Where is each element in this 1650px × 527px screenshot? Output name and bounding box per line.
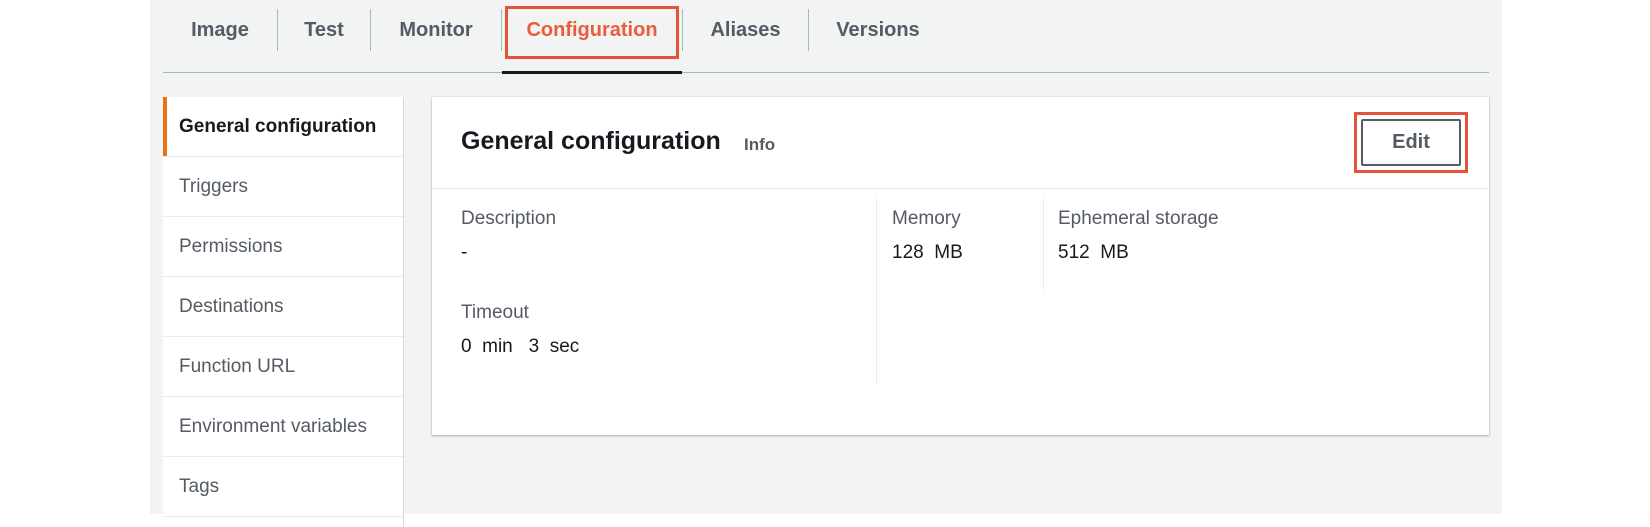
sidenav-item-label: Triggers bbox=[179, 175, 248, 197]
tab-monitor[interactable]: Monitor bbox=[371, 0, 501, 73]
tab-versions[interactable]: Versions bbox=[809, 0, 947, 73]
timeout-value: 0 min 3 sec bbox=[461, 336, 580, 357]
tab-label: Aliases bbox=[710, 19, 781, 41]
description-field: Description - bbox=[461, 208, 556, 264]
column-divider bbox=[876, 198, 877, 384]
info-link[interactable]: Info bbox=[744, 135, 775, 155]
sidenav-item-permissions[interactable]: Permissions bbox=[163, 217, 403, 277]
tab-label: Image bbox=[191, 19, 249, 41]
column-divider bbox=[1043, 198, 1044, 290]
sidenav-item-label: Function URL bbox=[179, 355, 296, 377]
config-details: Description - Timeout 0 min 3 sec Memory… bbox=[432, 198, 1489, 384]
sidenav-item-triggers[interactable]: Triggers bbox=[163, 157, 403, 217]
panel-title: General configuration bbox=[461, 127, 721, 155]
panel-header: General configuration Info Edit bbox=[432, 97, 1489, 189]
tab-aliases[interactable]: Aliases bbox=[683, 0, 808, 73]
sidenav-item-label: Environment variables bbox=[179, 415, 367, 437]
ephemeral-storage-value: 512 MB bbox=[1058, 242, 1129, 263]
sidenav-item-label: Permissions bbox=[179, 235, 283, 257]
sidenav-item-environment-variables[interactable]: Environment variables bbox=[163, 397, 403, 457]
active-tab-underline bbox=[502, 71, 682, 74]
timeout-label: Timeout bbox=[461, 302, 529, 323]
sidenav-item-general-configuration[interactable]: General configuration bbox=[163, 97, 403, 157]
sidenav-item-label: Destinations bbox=[179, 295, 284, 317]
tab-label: Versions bbox=[836, 19, 920, 41]
general-configuration-panel: General configuration Info Edit Descript… bbox=[432, 97, 1489, 435]
edit-button[interactable]: Edit bbox=[1361, 119, 1461, 166]
memory-field: Memory 128 MB bbox=[892, 208, 963, 264]
ephemeral-storage-label: Ephemeral storage bbox=[1058, 208, 1219, 229]
tab-highlight-box bbox=[505, 6, 679, 59]
tab-configuration[interactable]: Configuration bbox=[502, 0, 682, 74]
tab-label: Test bbox=[304, 19, 344, 41]
memory-value: 128 MB bbox=[892, 242, 963, 263]
tab-label: Monitor bbox=[399, 19, 473, 41]
side-navigation: General configuration Triggers Permissio… bbox=[163, 97, 404, 527]
sidenav-item-function-url[interactable]: Function URL bbox=[163, 337, 403, 397]
memory-label: Memory bbox=[892, 208, 961, 229]
description-value: - bbox=[461, 242, 468, 263]
description-label: Description bbox=[461, 208, 557, 229]
tab-test[interactable]: Test bbox=[278, 0, 370, 73]
sidenav-item-label: General configuration bbox=[179, 115, 377, 137]
sidenav-item-label: Tags bbox=[179, 475, 220, 497]
tab-image[interactable]: Image bbox=[163, 0, 277, 73]
page-background: Image Test Monitor Configuration Aliases… bbox=[150, 0, 1502, 527]
timeout-field: Timeout 0 min 3 sec bbox=[461, 302, 579, 358]
sidenav-item-destinations[interactable]: Destinations bbox=[163, 277, 403, 337]
tab-bar: Image Test Monitor Configuration Aliases… bbox=[163, 0, 1489, 74]
sidenav-item-tags[interactable]: Tags bbox=[163, 457, 403, 517]
ephemeral-storage-field: Ephemeral storage 512 MB bbox=[1058, 208, 1219, 264]
